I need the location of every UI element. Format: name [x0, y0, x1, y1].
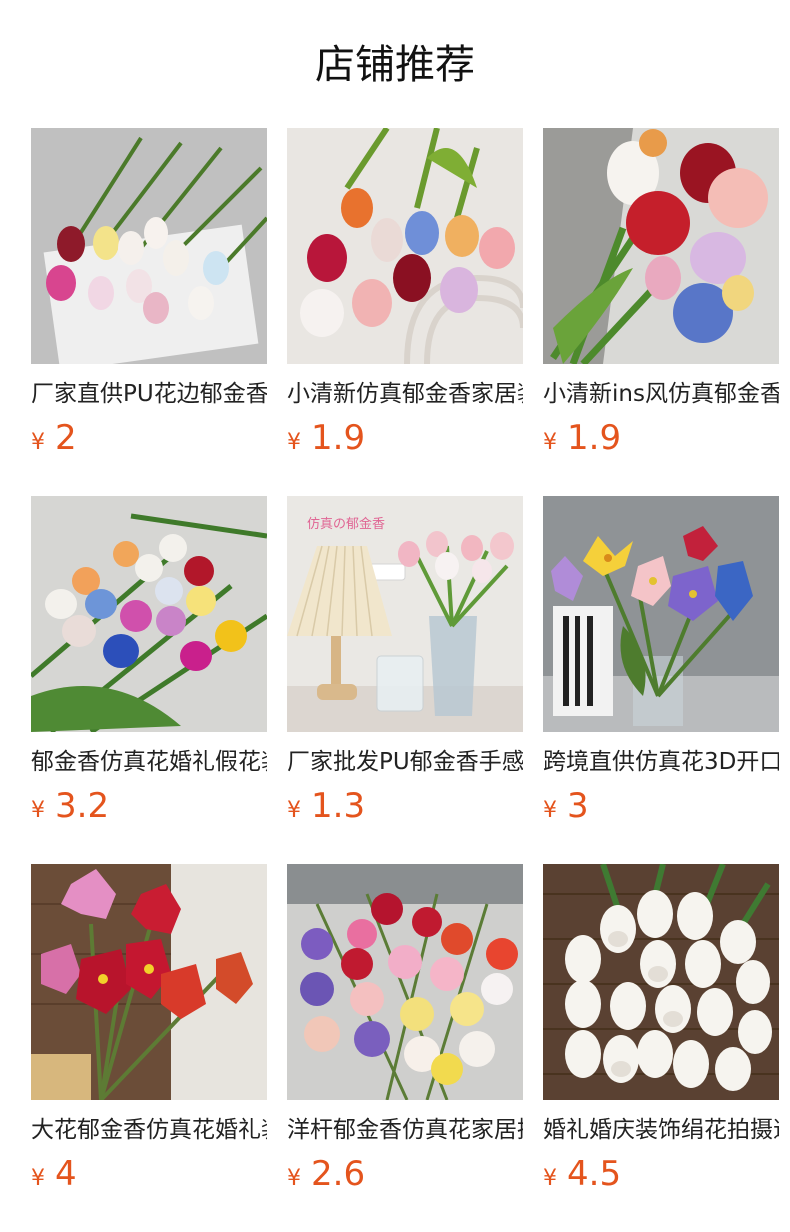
price-value: 3.2: [55, 786, 110, 826]
currency-symbol: ¥: [31, 430, 45, 455]
product-price: ¥ 3.2: [31, 786, 267, 826]
currency-symbol: ¥: [543, 1166, 557, 1191]
product-image[interactable]: [543, 128, 779, 364]
product-card[interactable]: 跨境直供仿真花3D开口郁金香 ¥ 3: [543, 496, 779, 832]
product-image[interactable]: [31, 128, 267, 364]
product-image[interactable]: [543, 496, 779, 732]
product-price: ¥ 4.5: [543, 1154, 779, 1194]
product-price: ¥ 1.9: [543, 418, 779, 458]
product-image[interactable]: [287, 128, 523, 364]
product-card[interactable]: 仿真の郁金香 厂家批发PU郁金香手感 ¥ 1.3: [287, 496, 523, 832]
product-card[interactable]: 小清新ins风仿真郁金香 ¥ 1.9: [543, 128, 779, 464]
product-card[interactable]: 洋杆郁金香仿真花家居摆件 ¥ 2.6: [287, 864, 523, 1200]
currency-symbol: ¥: [543, 798, 557, 823]
product-card[interactable]: 婚礼婚庆装饰绢花拍摄道具 ¥ 4.5: [543, 864, 779, 1200]
product-image[interactable]: 仿真の郁金香: [287, 496, 523, 732]
currency-symbol: ¥: [287, 430, 301, 455]
product-name[interactable]: 大花郁金香仿真花婚礼装饰: [31, 1114, 267, 1146]
product-card[interactable]: 大花郁金香仿真花婚礼装饰 ¥ 4: [31, 864, 267, 1200]
price-value: 2.6: [311, 1154, 366, 1194]
product-price: ¥ 3: [543, 786, 779, 826]
product-name[interactable]: 婚礼婚庆装饰绢花拍摄道具: [543, 1114, 779, 1146]
svg-text:仿真の郁金香: 仿真の郁金香: [307, 516, 385, 532]
product-name[interactable]: 跨境直供仿真花3D开口郁金香: [543, 746, 779, 778]
price-value: 3: [567, 786, 589, 826]
product-name[interactable]: 洋杆郁金香仿真花家居摆件: [287, 1114, 523, 1146]
price-value: 1.3: [311, 786, 366, 826]
product-price: ¥ 4: [31, 1154, 267, 1194]
product-name[interactable]: 小清新仿真郁金香家居装饰花: [287, 378, 523, 410]
price-value: 2: [55, 418, 77, 458]
price-value: 4.5: [567, 1154, 622, 1194]
recommend-page: 店铺推荐 厂家直供PU花边郁金香 ¥ 2 小清新仿真郁金香家居 ¥ 1.9 小清…: [0, 0, 790, 1232]
product-name[interactable]: 郁金香仿真花婚礼假花装饰: [31, 746, 267, 778]
price-value: 4: [55, 1154, 77, 1194]
product-price: ¥ 2: [31, 418, 267, 458]
product-image[interactable]: [287, 864, 523, 1100]
currency-symbol: ¥: [31, 798, 45, 823]
page-title: 店铺推荐: [315, 42, 475, 88]
product-price: ¥ 1.9: [287, 418, 523, 458]
product-name[interactable]: 厂家直供PU花边郁金香仿真花: [31, 378, 267, 410]
product-image[interactable]: [31, 496, 267, 732]
product-name[interactable]: 小清新ins风仿真郁金香: [543, 378, 779, 410]
currency-symbol: ¥: [287, 798, 301, 823]
product-name[interactable]: 厂家批发PU郁金香手感: [287, 746, 523, 778]
currency-symbol: ¥: [31, 1166, 45, 1191]
price-value: 1.9: [567, 418, 622, 458]
price-value: 1.9: [311, 418, 366, 458]
product-card[interactable]: 厂家直供PU花边郁金香仿真花 ¥ 2: [31, 128, 267, 464]
currency-symbol: ¥: [543, 430, 557, 455]
product-card[interactable]: 小清新仿真郁金香家居装饰花 ¥ 1.9: [287, 128, 523, 464]
product-image[interactable]: [31, 864, 267, 1100]
product-grid: 厂家直供PU花边郁金香仿真花 ¥ 2: [31, 128, 779, 1200]
product-price: ¥ 1.3: [287, 786, 523, 826]
product-image[interactable]: [543, 864, 779, 1100]
product-price: ¥ 2.6: [287, 1154, 523, 1194]
product-card[interactable]: 郁金香仿真花婚礼假花装饰 ¥ 3.2: [31, 496, 267, 832]
currency-symbol: ¥: [287, 1166, 301, 1191]
